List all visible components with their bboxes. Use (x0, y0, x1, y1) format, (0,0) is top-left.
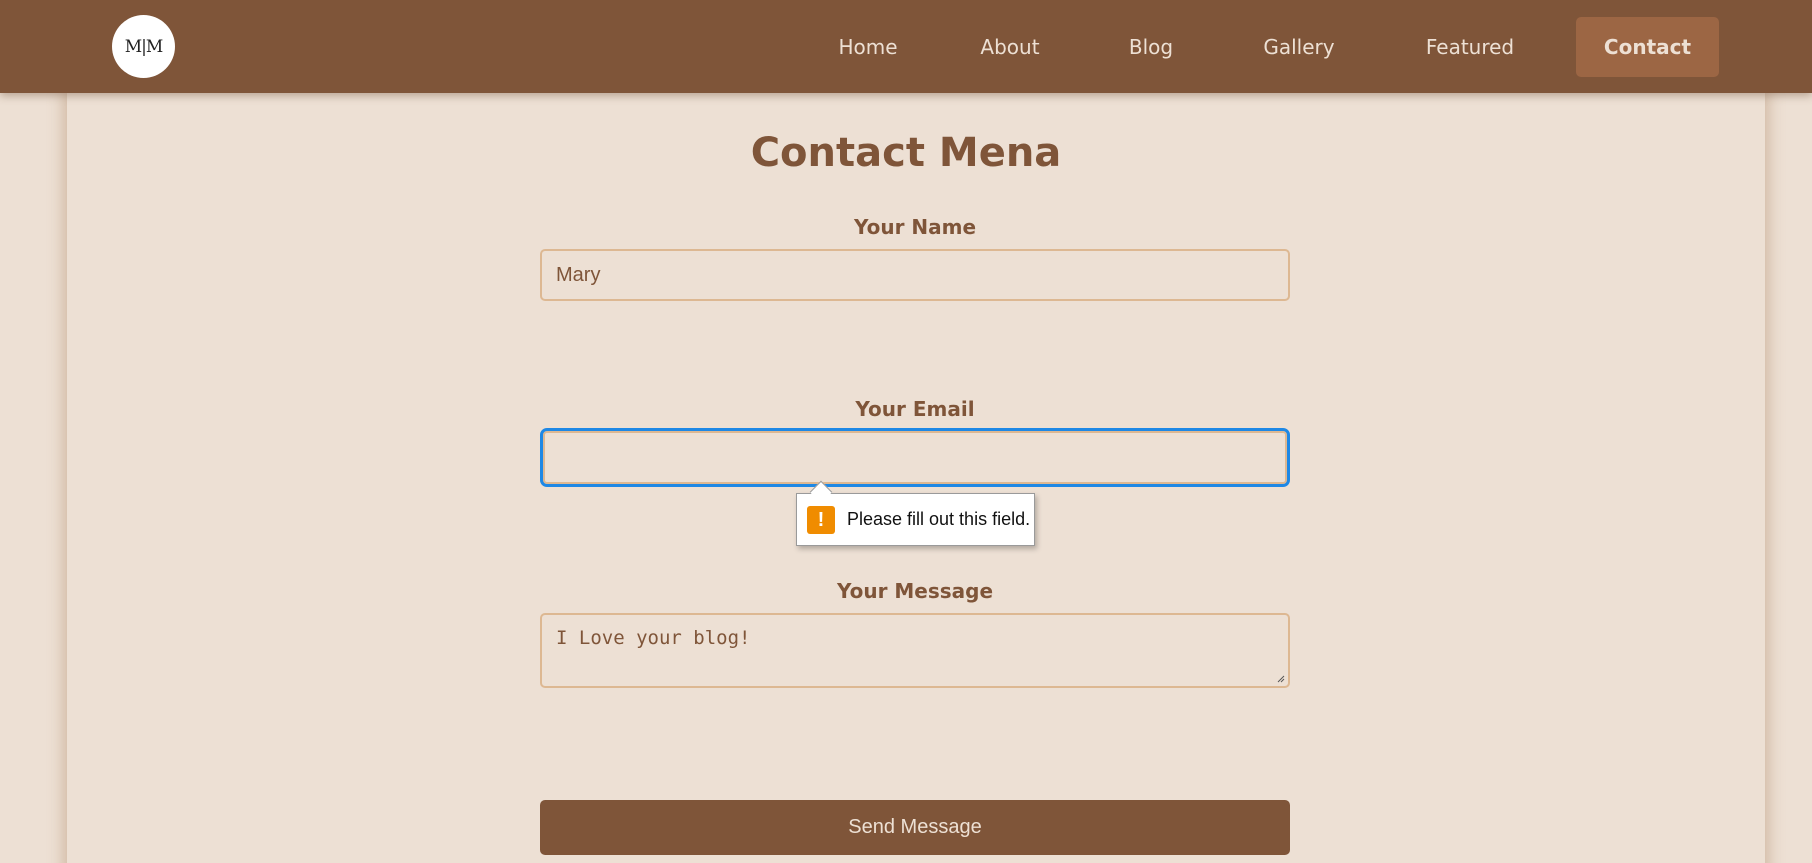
validation-tooltip: ! Please fill out this field. (796, 480, 1035, 546)
name-label: Your Name (853, 215, 977, 239)
logo[interactable]: M|M (112, 15, 175, 78)
name-input[interactable]: Mary (540, 249, 1290, 301)
message-label: Your Message (836, 579, 994, 603)
tooltip-text: Please fill out this field. (847, 509, 1031, 529)
nav-featured[interactable]: Featured (1412, 17, 1528, 77)
send-message-button[interactable]: Send Message (540, 800, 1290, 855)
nav-home[interactable]: Home (818, 17, 918, 77)
email-label: Your Email (855, 397, 975, 421)
nav-gallery[interactable]: Gallery (1244, 17, 1354, 77)
warning-icon: ! (807, 505, 835, 534)
navbar: M|M Home About Blog Gallery Featured Con… (0, 0, 1812, 93)
nav-contact[interactable]: Contact (1576, 17, 1719, 77)
message-text: I Love your blog! (556, 627, 751, 649)
nav-about[interactable]: About (960, 17, 1060, 77)
page-title: Contact Mena (750, 130, 1062, 176)
resize-handle-icon[interactable] (1276, 674, 1285, 683)
message-textarea[interactable]: I Love your blog! (540, 613, 1290, 688)
email-input[interactable] (540, 428, 1290, 487)
nav-blog[interactable]: Blog (1101, 17, 1201, 77)
